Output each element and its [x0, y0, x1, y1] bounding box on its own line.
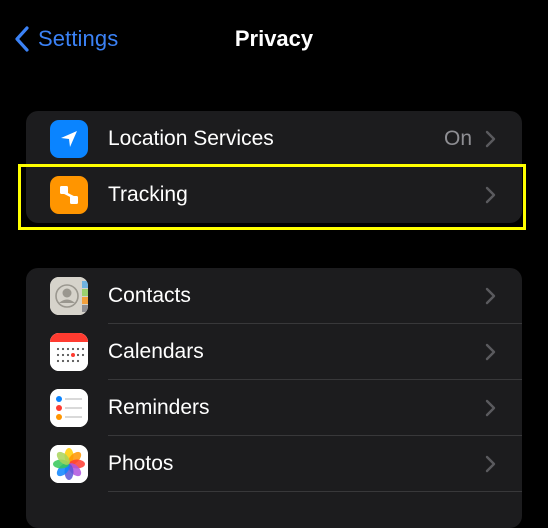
row-label: Calendars — [108, 340, 204, 363]
row-divider — [108, 491, 522, 492]
chevron-right-icon — [485, 455, 496, 473]
row-label: Location Services — [108, 127, 274, 150]
row-calendars[interactable]: Calendars — [26, 324, 522, 380]
row-value: On — [443, 127, 472, 150]
chevron-right-icon — [485, 399, 496, 417]
photos-icon — [50, 445, 88, 483]
calendar-icon — [50, 333, 88, 371]
row-photos[interactable]: Photos — [26, 436, 522, 492]
settings-group-location-tracking: Location Services On Tracking — [26, 111, 522, 223]
chevron-right-icon — [485, 343, 496, 361]
settings-group-app-permissions: Contacts Calendars Reminders Photos — [26, 268, 522, 528]
contacts-icon — [50, 277, 88, 315]
navigation-bar: Settings Privacy — [0, 0, 548, 78]
chevron-right-icon — [485, 287, 496, 305]
location-arrow-icon — [50, 120, 88, 158]
row-label: Contacts — [108, 284, 191, 307]
row-label: Reminders — [108, 396, 210, 419]
chevron-right-icon — [485, 186, 496, 204]
page-title: Privacy — [234, 26, 314, 51]
tracking-icon — [50, 176, 88, 214]
row-contacts[interactable]: Contacts — [26, 268, 522, 324]
row-tracking[interactable]: Tracking — [26, 167, 522, 223]
chevron-right-icon — [485, 130, 496, 148]
row-label: Tracking — [108, 183, 188, 206]
row-location-services[interactable]: Location Services On — [26, 111, 522, 167]
row-reminders[interactable]: Reminders — [26, 380, 522, 436]
reminders-icon — [50, 389, 88, 427]
row-label: Photos — [108, 452, 174, 475]
